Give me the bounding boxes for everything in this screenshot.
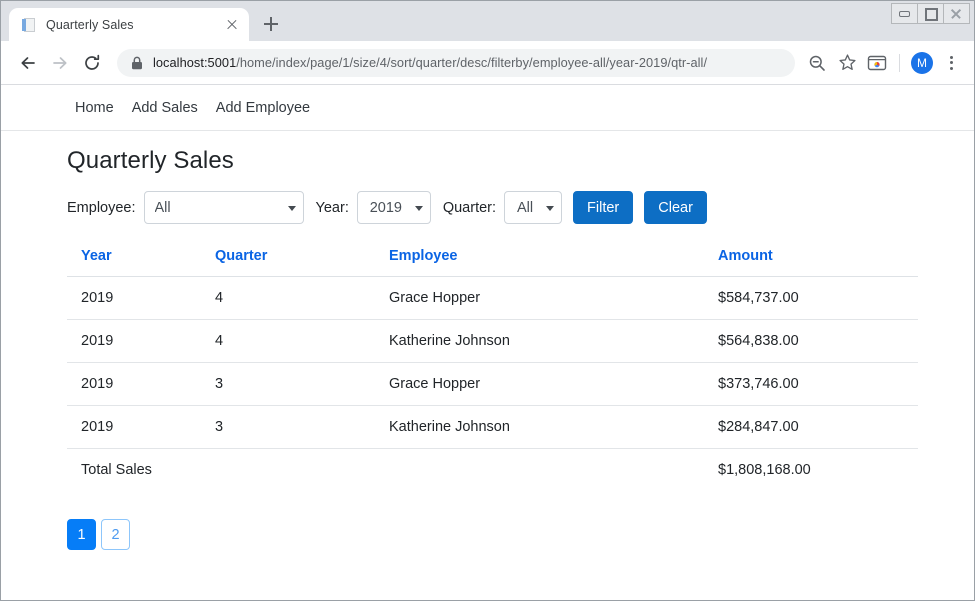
table-row: 2019 4 Katherine Johnson $564,838.00 [67,319,918,363]
table-row: 2019 3 Grace Hopper $373,746.00 [67,362,918,406]
table-total-row: Total Sales $1,808,168.00 [67,448,918,491]
cell-amount: $373,746.00 [704,362,918,406]
cell-amount: $584,737.00 [718,290,799,306]
url-host: localhost:5001 [153,55,237,70]
page-button-2[interactable]: 2 [101,519,130,550]
year-filter-label: Year: [315,199,349,216]
cell-year: 2019 [67,405,201,449]
column-header-employee[interactable]: Employee [375,240,704,277]
total-label: Total Sales [67,448,201,491]
cell-employee: Katherine Johnson [375,319,704,363]
zoom-out-icon[interactable] [803,49,831,77]
browser-window: Quarterly Sales localhost:5001/home/inde… [0,0,975,601]
three-dot-menu-icon[interactable] [938,49,964,77]
total-spacer-employee [375,448,704,491]
back-icon[interactable] [13,48,43,78]
employee-select-wrapper: All [143,191,304,224]
cell-employee: Grace Hopper [389,290,481,306]
quarter-select[interactable]: All [504,191,563,224]
nav-item-home[interactable]: Home [75,100,114,116]
maximize-button[interactable] [917,3,944,24]
table-row: 2019 3 Katherine Johnson $284,847.00 [67,405,918,449]
browser-toolbar: localhost:5001/home/index/page/1/size/4/… [1,41,974,85]
total-spacer-quarter [201,448,375,491]
clear-button[interactable]: Clear [644,191,707,224]
year-select[interactable]: 2019 [356,191,431,224]
tab-strip: Quarterly Sales [1,1,974,41]
cell-year: 2019 [81,290,114,306]
cell-quarter: 3 [201,362,375,406]
cell-quarter: 4 [201,319,375,363]
employee-select[interactable]: All [143,191,304,224]
lock-icon [131,56,143,70]
table-row: 2019 4 Grace Hopper $584,737.00 [67,277,918,320]
url-path: /home/index/page/1/size/4/sort/quarter/d… [236,55,708,70]
cell-employee: Grace Hopper [375,362,704,406]
nav-item-add-employee[interactable]: Add Employee [216,100,310,116]
page-title: Quarterly Sales [67,147,234,174]
filter-bar: Employee: All Year: 2019 Quarter: All Fi… [67,191,918,224]
minimize-button[interactable] [891,3,918,24]
new-tab-button[interactable] [257,10,285,38]
cell-amount: $564,838.00 [704,319,918,363]
toolbar-divider [899,53,900,72]
sales-table: Year Quarter Employee Amount 2019 4 Grac… [67,240,918,491]
table-header-row: Year Quarter Employee Amount [67,240,918,277]
chrome-apps-icon[interactable] [863,49,891,77]
quarter-select-wrapper: All [504,191,563,224]
profile-avatar[interactable]: M [911,51,933,74]
cell-year: 2019 [67,362,201,406]
forward-icon [45,48,75,78]
tab-title: Quarterly Sales [46,17,134,32]
filter-button[interactable]: Filter [573,191,634,224]
site-navbar: Home Add Sales Add Employee [1,85,974,131]
browser-tab[interactable]: Quarterly Sales [9,8,249,41]
cell-amount: $284,847.00 [704,405,918,449]
cell-quarter: 3 [201,405,375,449]
window-controls [891,3,970,24]
employee-filter-label: Employee: [67,199,136,216]
reload-icon[interactable] [77,48,107,78]
cell-quarter: 4 [215,290,224,306]
column-header-year[interactable]: Year [67,240,201,277]
close-tab-icon[interactable] [223,16,241,34]
total-amount: $1,808,168.00 [704,448,918,491]
table-body: 2019 4 Grace Hopper $584,737.00 2019 4 K… [67,277,918,491]
year-select-wrapper: 2019 [356,191,431,224]
nav-item-add-sales[interactable]: Add Sales [132,100,198,116]
column-header-amount[interactable]: Amount [704,240,918,277]
cell-employee: Katherine Johnson [375,405,704,449]
address-bar[interactable]: localhost:5001/home/index/page/1/size/4/… [117,48,795,77]
document-favicon [21,17,37,33]
table-head: Year Quarter Employee Amount [67,240,918,277]
star-icon[interactable] [833,49,861,77]
url-text: localhost:5001/home/index/page/1/size/4/… [153,55,783,70]
page-button-1[interactable]: 1 [67,519,96,550]
page-container: Quarterly Sales Employee: All Year: 2019 [1,131,974,550]
quarter-filter-label: Quarter: [442,199,497,216]
page-viewport: Home Add Sales Add Employee Quarterly Sa… [1,85,974,600]
column-header-quarter[interactable]: Quarter [201,240,375,277]
close-window-button[interactable] [943,3,970,24]
pagination: 1 2 [67,519,918,550]
cell-year: 2019 [67,319,201,363]
